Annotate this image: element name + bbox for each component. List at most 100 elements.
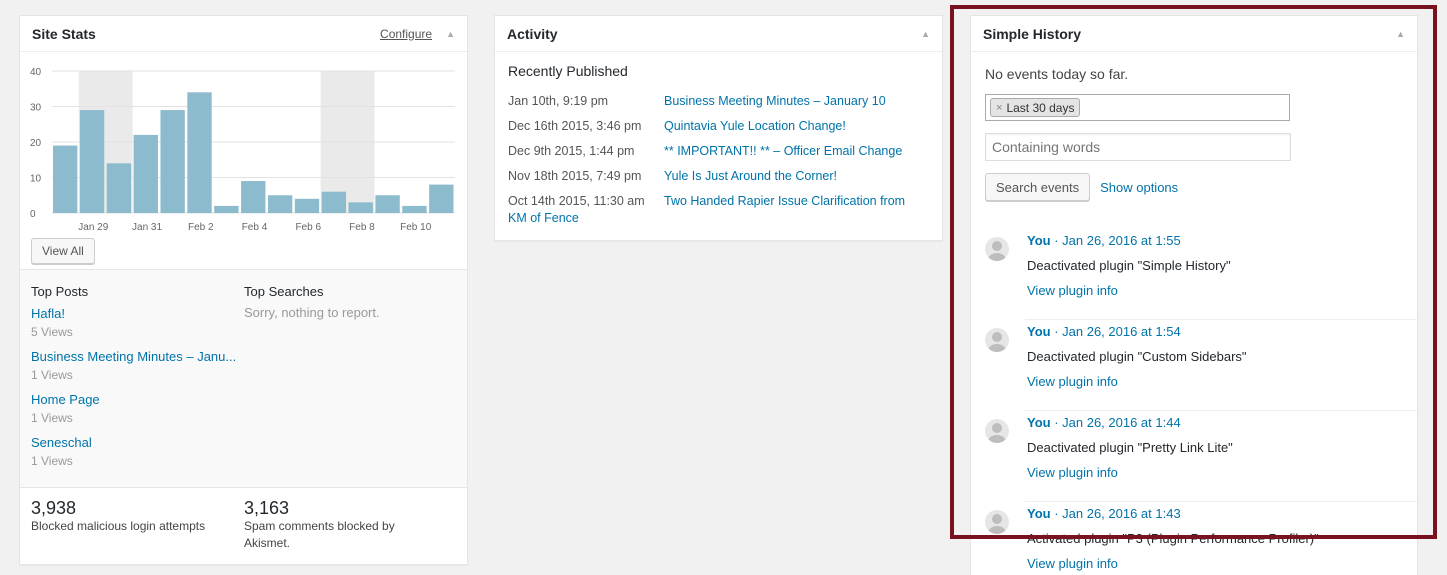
top-posts-column: Top Posts Hafla! 5 Views Business Meetin…: [31, 284, 241, 477]
event-message: Deactivated plugin "Pretty Link Lite": [1027, 440, 1233, 455]
event-user[interactable]: You: [1027, 233, 1051, 248]
top-post-views: 1 Views: [31, 411, 73, 425]
list-item: Dec 16th 2015, 3:46 pm Quintavia Yule Lo…: [508, 118, 938, 135]
event-header: You · Jan 26, 2016 at 1:44: [1027, 415, 1181, 430]
bar: [133, 134, 158, 213]
view-all-button[interactable]: View All: [31, 238, 95, 264]
blocked-logins-label: Blocked malicious login attempts: [31, 519, 206, 533]
triangle-up-icon[interactable]: ▲: [446, 29, 455, 39]
top-post-link[interactable]: Seneschal: [31, 434, 241, 452]
activity-date: Oct 14th 2015, 11:30 am: [508, 194, 645, 208]
user-icon: [988, 514, 1006, 534]
blocked-logins-stat: 3,938 Blocked malicious login attempts: [31, 498, 231, 535]
search-row: Search events Show options: [985, 173, 1405, 201]
date-range-select[interactable]: × Last 30 days: [985, 94, 1290, 121]
avatar: [985, 328, 1009, 352]
y-tick-label: 0: [30, 209, 36, 220]
activity-date: Nov 18th 2015, 7:49 pm: [508, 169, 642, 183]
event-user[interactable]: You: [1027, 415, 1051, 430]
list-item: Oct 14th 2015, 11:30 am Two Handed Rapie…: [508, 193, 938, 210]
date-range-chip[interactable]: × Last 30 days: [990, 98, 1081, 117]
x-tick-label: Jan 31: [132, 222, 162, 233]
stats-lists: Top Posts Hafla! 5 Views Business Meetin…: [20, 269, 467, 488]
site-stats-widget: Site Stats Configure ▲ 0 10 20 30 40 Jan 29 Ja…: [19, 15, 468, 565]
bar: [267, 195, 293, 213]
view-plugin-info-link[interactable]: View plugin info: [1027, 465, 1118, 480]
bar: [375, 195, 400, 213]
activity-title: Activity: [507, 25, 558, 42]
simple-history-body: No events today so far. × Last 30 days S…: [985, 66, 1405, 223]
configure-link[interactable]: Configure: [380, 27, 432, 41]
activity-post-link[interactable]: Quintavia Yule Location Change!: [664, 118, 846, 135]
activity-post-link[interactable]: ** IMPORTANT!! ** – Officer Email Change: [664, 143, 902, 160]
event-time[interactable]: · Jan 26, 2016 at 1:55: [1051, 233, 1181, 248]
top-post-item: Home Page 1 Views: [31, 391, 241, 427]
top-posts-heading: Top Posts: [31, 284, 89, 299]
top-post-link[interactable]: Hafla!: [31, 305, 241, 323]
event-time[interactable]: · Jan 26, 2016 at 1:43: [1051, 506, 1181, 521]
y-tick-label: 20: [30, 138, 42, 149]
event-time[interactable]: · Jan 26, 2016 at 1:44: [1051, 415, 1181, 430]
list-item: You · Jan 26, 2016 at 1:44 Deactivated p…: [985, 411, 1419, 502]
top-post-link[interactable]: Business Meeting Minutes – Janu...: [31, 348, 241, 366]
simple-history-widget: Simple History ▲ No events today so far.…: [970, 15, 1419, 575]
close-icon[interactable]: ×: [996, 102, 1002, 114]
list-item: You · Jan 26, 2016 at 1:43 Activated plu…: [985, 502, 1419, 575]
view-plugin-info-link[interactable]: View plugin info: [1027, 374, 1118, 389]
bar: [214, 205, 239, 213]
bar: [241, 181, 266, 213]
activity-post-link[interactable]: Yule Is Just Around the Corner!: [664, 168, 837, 185]
event-message: Deactivated plugin "Custom Sidebars": [1027, 349, 1247, 364]
top-post-item: Business Meeting Minutes – Janu... 1 Vie…: [31, 348, 241, 384]
triangle-up-icon[interactable]: ▲: [1396, 29, 1405, 39]
list-item-continuation: KM of Fence: [508, 210, 938, 227]
x-tick-label: Feb 6: [295, 222, 321, 233]
activity-post-link[interactable]: Two Handed Rapier Issue Clarification fr…: [664, 193, 905, 210]
user-icon: [988, 423, 1006, 443]
bar: [187, 92, 212, 213]
activity-widget: Activity ▲ Recently Published Jan 10th, …: [494, 15, 943, 241]
recently-published-heading: Recently Published: [508, 63, 628, 79]
top-post-link[interactable]: Home Page: [31, 391, 241, 409]
event-time[interactable]: · Jan 26, 2016 at 1:54: [1051, 324, 1181, 339]
avatar: [985, 237, 1009, 261]
bar: [348, 202, 373, 213]
event-header: You · Jan 26, 2016 at 1:54: [1027, 324, 1181, 339]
user-icon: [988, 241, 1006, 261]
x-tick-label: Feb 2: [188, 222, 214, 233]
top-searches-column: Top Searches Sorry, nothing to report.: [244, 284, 454, 320]
simple-history-header: Simple History ▲: [971, 16, 1417, 52]
x-tick-label: Feb 4: [242, 222, 268, 233]
search-events-button[interactable]: Search events: [985, 173, 1091, 201]
top-searches-empty: Sorry, nothing to report.: [244, 305, 380, 320]
view-plugin-info-link[interactable]: View plugin info: [1027, 283, 1118, 298]
event-user[interactable]: You: [1027, 506, 1051, 521]
bar: [321, 191, 347, 213]
activity-post-link[interactable]: Business Meeting Minutes – January 10: [664, 93, 886, 110]
top-post-item: Seneschal 1 Views: [31, 434, 241, 470]
activity-date: Dec 16th 2015, 3:46 pm: [508, 119, 642, 133]
bar: [79, 110, 105, 213]
activity-list: Jan 10th, 9:19 pm Business Meeting Minut…: [508, 93, 938, 235]
bar: [106, 163, 132, 213]
site-stats-header: Site Stats Configure ▲: [20, 16, 467, 52]
top-post-item: Hafla! 5 Views: [31, 305, 241, 341]
spam-blocked-number: 3,163: [244, 498, 290, 518]
spam-blocked-stat: 3,163 Spam comments blocked by Akismet.: [244, 498, 434, 552]
show-options-link[interactable]: Show options: [1100, 180, 1178, 195]
event-user[interactable]: You: [1027, 324, 1051, 339]
date-range-chip-label: Last 30 days: [1006, 100, 1075, 115]
stats-chart: 0 10 20 30 40 Jan 29 Jan 31 Feb 2 Feb 4 Feb 6 Feb …: [30, 61, 460, 241]
event-header: You · Jan 26, 2016 at 1:43: [1027, 506, 1181, 521]
view-plugin-info-link[interactable]: View plugin info: [1027, 556, 1118, 571]
search-input[interactable]: [985, 133, 1291, 161]
top-post-views: 5 Views: [31, 325, 73, 339]
list-item: Nov 18th 2015, 7:49 pm Yule Is Just Arou…: [508, 168, 938, 185]
list-item: You · Jan 26, 2016 at 1:55 Deactivated p…: [985, 229, 1419, 320]
y-tick-label: 30: [30, 103, 42, 114]
list-item: Dec 9th 2015, 1:44 pm ** IMPORTANT!! ** …: [508, 143, 938, 160]
triangle-up-icon[interactable]: ▲: [921, 29, 930, 39]
activity-post-link-continued[interactable]: KM of Fence: [508, 210, 579, 227]
history-events-list: You · Jan 26, 2016 at 1:55 Deactivated p…: [971, 229, 1419, 575]
top-post-views: 1 Views: [31, 454, 73, 468]
